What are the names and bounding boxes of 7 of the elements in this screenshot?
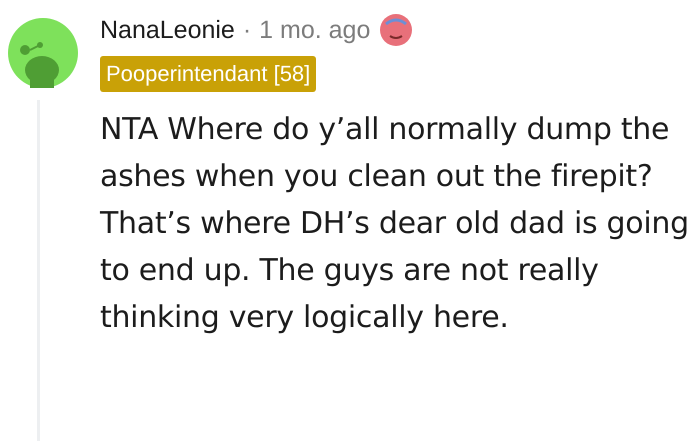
avatar-icon[interactable] xyxy=(8,18,78,88)
separator: · xyxy=(242,15,252,46)
user-flair: Pooperintendant [58] xyxy=(100,56,316,92)
comment-body: NTA Where do y’all normally dump the ashes when you clean out the firepit? That’s where DH’s dear old dad is going to end up. The guys are not really thinking very logically here. xyxy=(100,111,690,337)
award-icon[interactable] xyxy=(378,12,414,48)
username[interactable]: NanaLeonie xyxy=(100,12,235,48)
timestamp[interactable]: 1 mo. ago xyxy=(259,12,370,48)
